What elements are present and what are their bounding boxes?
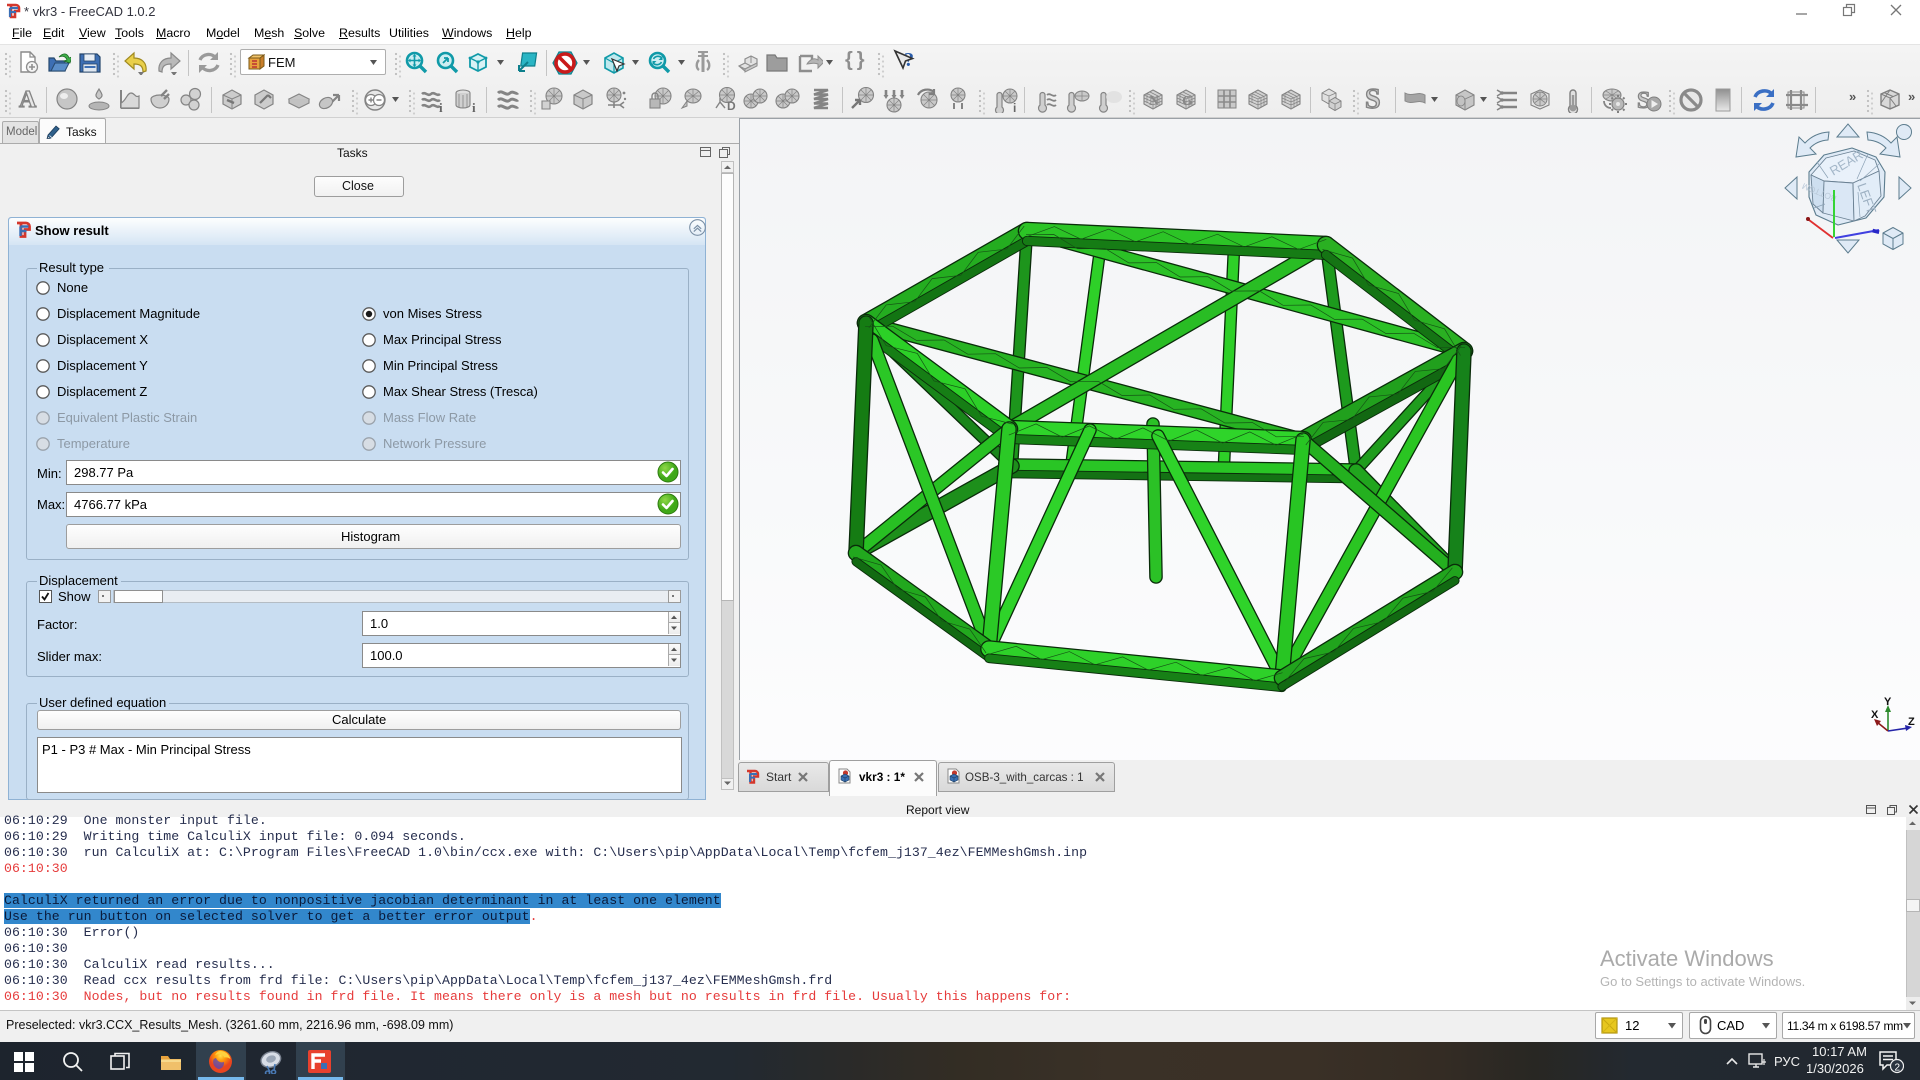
svg-text:i: i <box>439 100 443 113</box>
svg-text:Z: Z <box>1908 716 1915 728</box>
svg-text:Y: Y <box>1884 696 1892 708</box>
svg-text:S: S <box>1365 85 1381 113</box>
svg-text:N: N <box>1149 94 1159 109</box>
svg-text:2: 2 <box>1895 1063 1901 1074</box>
svg-text:i: i <box>472 100 476 113</box>
svg-text:X: X <box>1871 709 1879 721</box>
svg-text:A: A <box>19 87 37 111</box>
svg-text:D: D <box>727 99 736 111</box>
svg-text:G: G <box>1182 94 1193 109</box>
svg-text:i: i <box>1013 101 1016 113</box>
